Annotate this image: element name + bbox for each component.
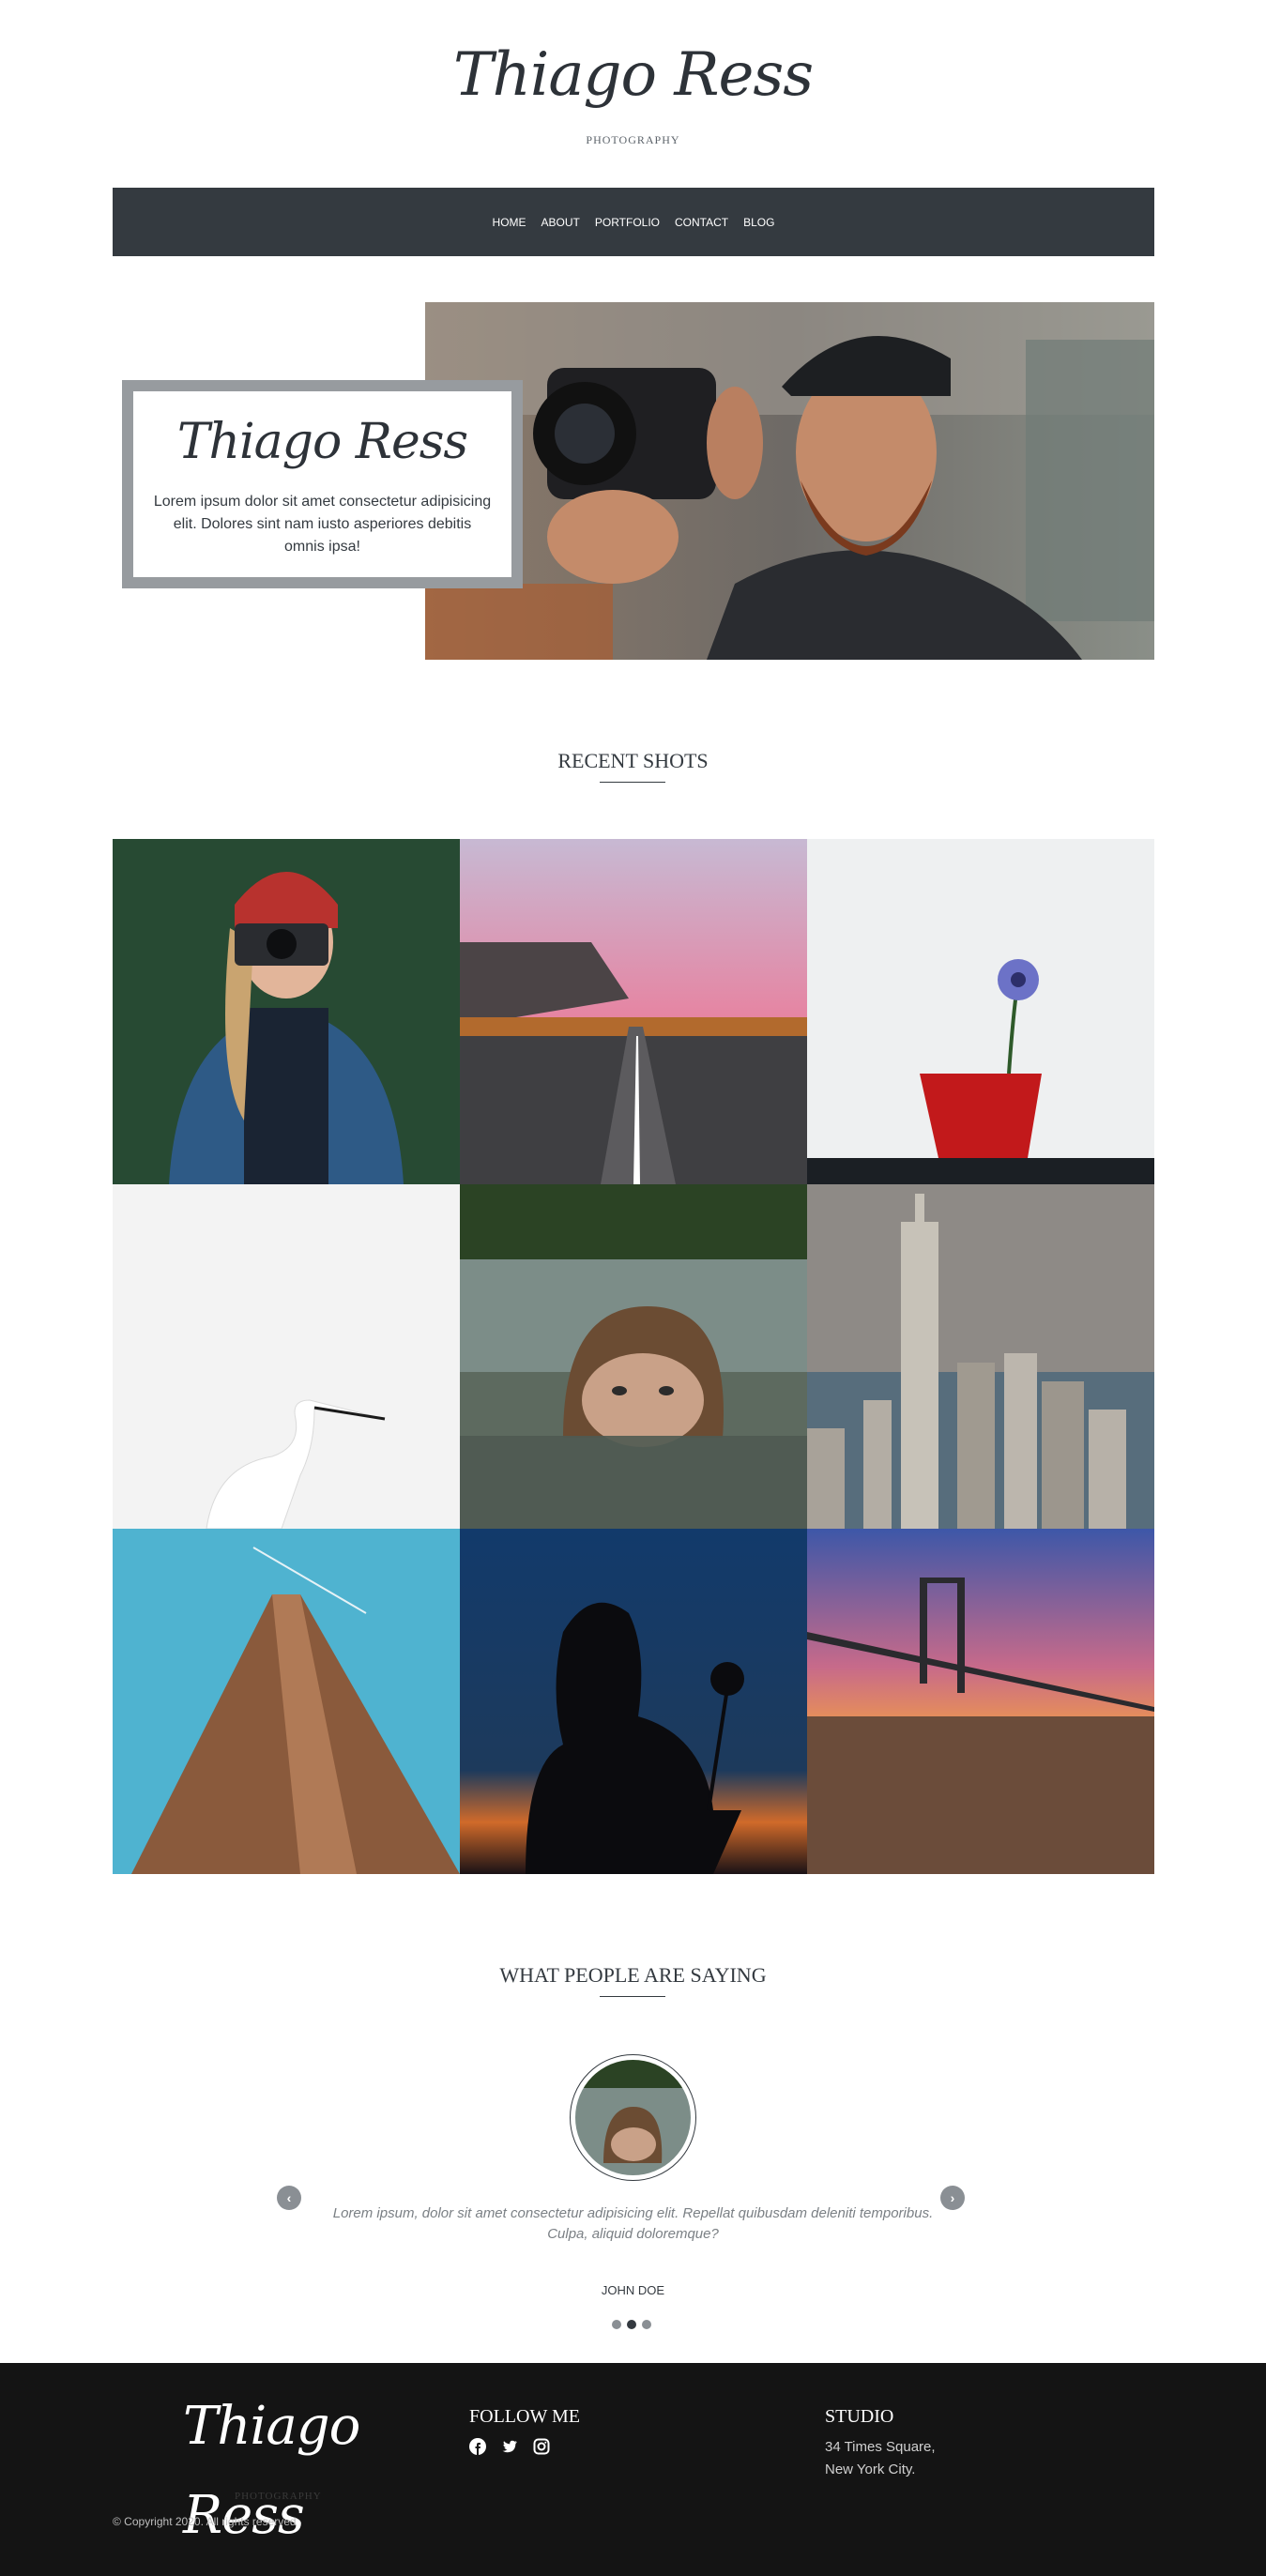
gallery-photo-city[interactable]: [807, 1184, 1154, 1529]
chevron-right-icon: ›: [950, 2190, 955, 2205]
brand-header: Thiago Ress PHOTOGRAPHY: [0, 28, 1266, 147]
follow-me-title: FOLLOW ME: [469, 2406, 580, 2427]
gallery-photo-silhouette[interactable]: [460, 1529, 807, 1874]
testimonials-underline: [600, 1996, 665, 1997]
avatar-photo: [575, 2060, 691, 2175]
address-line-1: 34 Times Square,: [825, 2439, 936, 2455]
recent-shots-title: RECENT SHOTS: [557, 749, 709, 772]
hero-card: Thiago Ress Lorem ipsum dolor sit amet c…: [122, 380, 523, 588]
nav-home[interactable]: HOME: [493, 216, 526, 229]
gallery-photo-swimmer[interactable]: [460, 1184, 807, 1529]
footer-logo[interactable]: Thiago Ress: [183, 2382, 371, 2560]
hero-photo: [425, 302, 1154, 660]
carousel-prev-button[interactable]: ‹: [277, 2186, 301, 2210]
testimonials-title: WHAT PEOPLE ARE SAYING: [499, 1963, 767, 1987]
recent-shots-underline: [600, 782, 665, 783]
carousel-dot-3[interactable]: [642, 2320, 651, 2329]
address-line-2: New York City.: [825, 2462, 916, 2477]
gallery-photo-woman-camera[interactable]: [113, 839, 460, 1184]
testimonial-author: JOHN DOE: [601, 2283, 665, 2297]
footer-subtitle: PHOTOGRAPHY: [235, 2491, 322, 2502]
hero-logo: Thiago Ress: [176, 414, 468, 470]
carousel-indicators: [612, 2320, 651, 2329]
chevron-left-icon: ‹: [286, 2190, 292, 2205]
gallery-photo-road[interactable]: [460, 839, 807, 1184]
twitter-icon[interactable]: [501, 2438, 518, 2455]
nav-portfolio[interactable]: PORTFOLIO: [595, 216, 660, 229]
gallery-photo-heron[interactable]: [113, 1184, 460, 1529]
carousel-dot-2[interactable]: [627, 2320, 636, 2329]
hero-text: Lorem ipsum dolor sit amet consectetur a…: [153, 494, 492, 555]
footer-copyright: © Copyright 2020. All rights reserved: [113, 2515, 297, 2528]
nav-about[interactable]: ABOUT: [541, 216, 580, 229]
main-nav: HOME ABOUT PORTFOLIO CONTACT BLOG: [113, 188, 1154, 256]
testimonial-quote: Lorem ipsum, dolor sit amet consectetur …: [332, 2205, 934, 2242]
studio-address: 34 Times Square, New York City.: [825, 2436, 936, 2481]
gallery-grid: [113, 839, 1154, 1874]
social-links: [469, 2438, 550, 2455]
brand-subtitle: PHOTOGRAPHY: [586, 133, 680, 146]
gallery-photo-skyscraper[interactable]: [113, 1529, 460, 1874]
studio-title: STUDIO: [825, 2406, 894, 2427]
gallery-photo-bridge[interactable]: [807, 1529, 1154, 1874]
gallery-photo-flower[interactable]: [807, 839, 1154, 1184]
footer: Thiago Ress PHOTOGRAPHY © Copyright 2020…: [0, 2363, 1266, 2576]
nav-contact[interactable]: CONTACT: [675, 216, 728, 229]
facebook-icon[interactable]: [469, 2438, 486, 2455]
brand-logo[interactable]: Thiago Ress: [0, 28, 1266, 122]
nav-blog[interactable]: BLOG: [743, 216, 774, 229]
carousel-dot-1[interactable]: [612, 2320, 621, 2329]
instagram-icon[interactable]: [533, 2438, 550, 2455]
avatar: [570, 2054, 696, 2181]
